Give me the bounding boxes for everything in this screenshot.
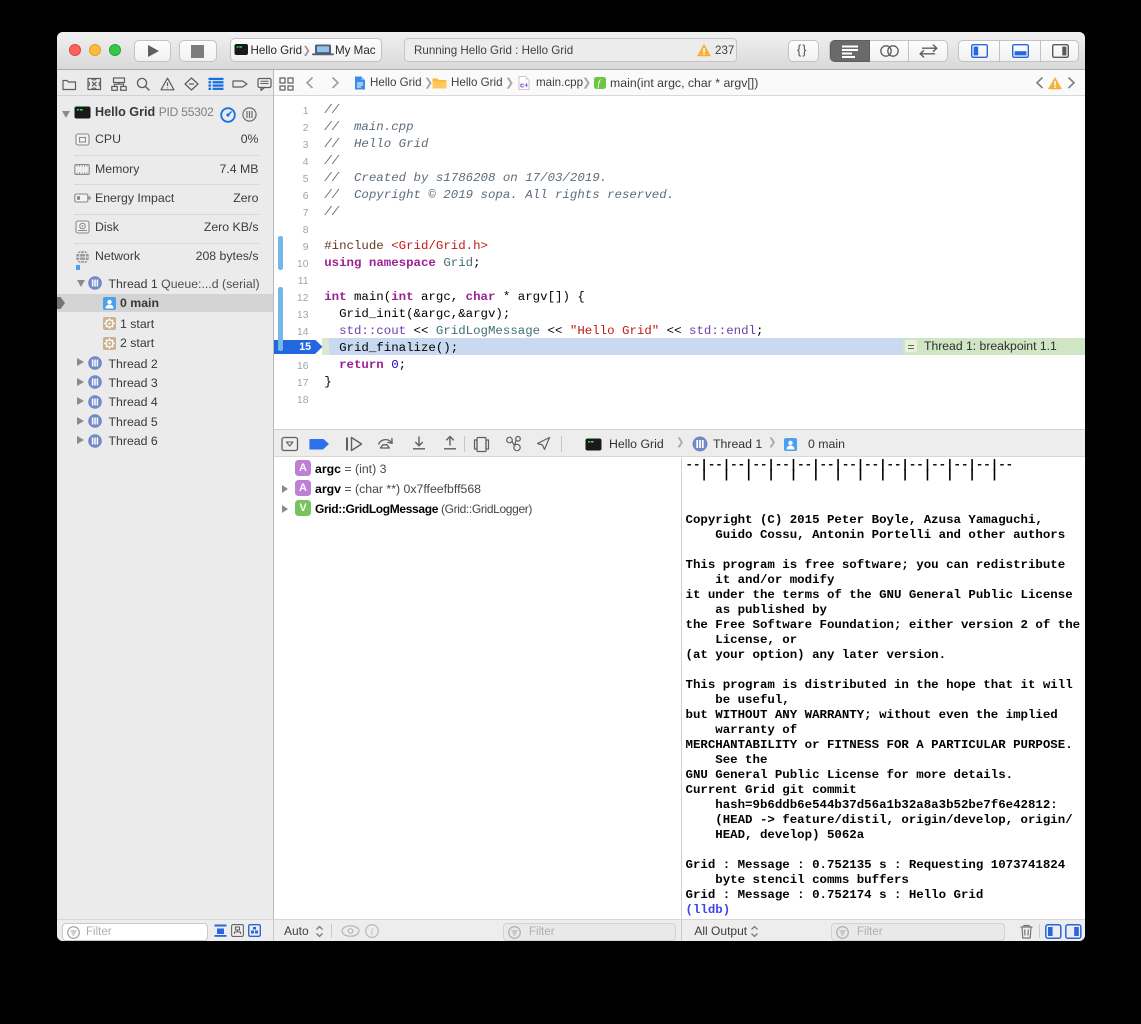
svg-text:i: i xyxy=(371,928,374,938)
svg-text:c+: c+ xyxy=(520,80,529,89)
svg-text:My Mac: My Mac xyxy=(335,44,376,57)
svg-text:Hello Grid: Hello Grid xyxy=(251,44,303,57)
svg-text:❯: ❯ xyxy=(303,45,311,56)
